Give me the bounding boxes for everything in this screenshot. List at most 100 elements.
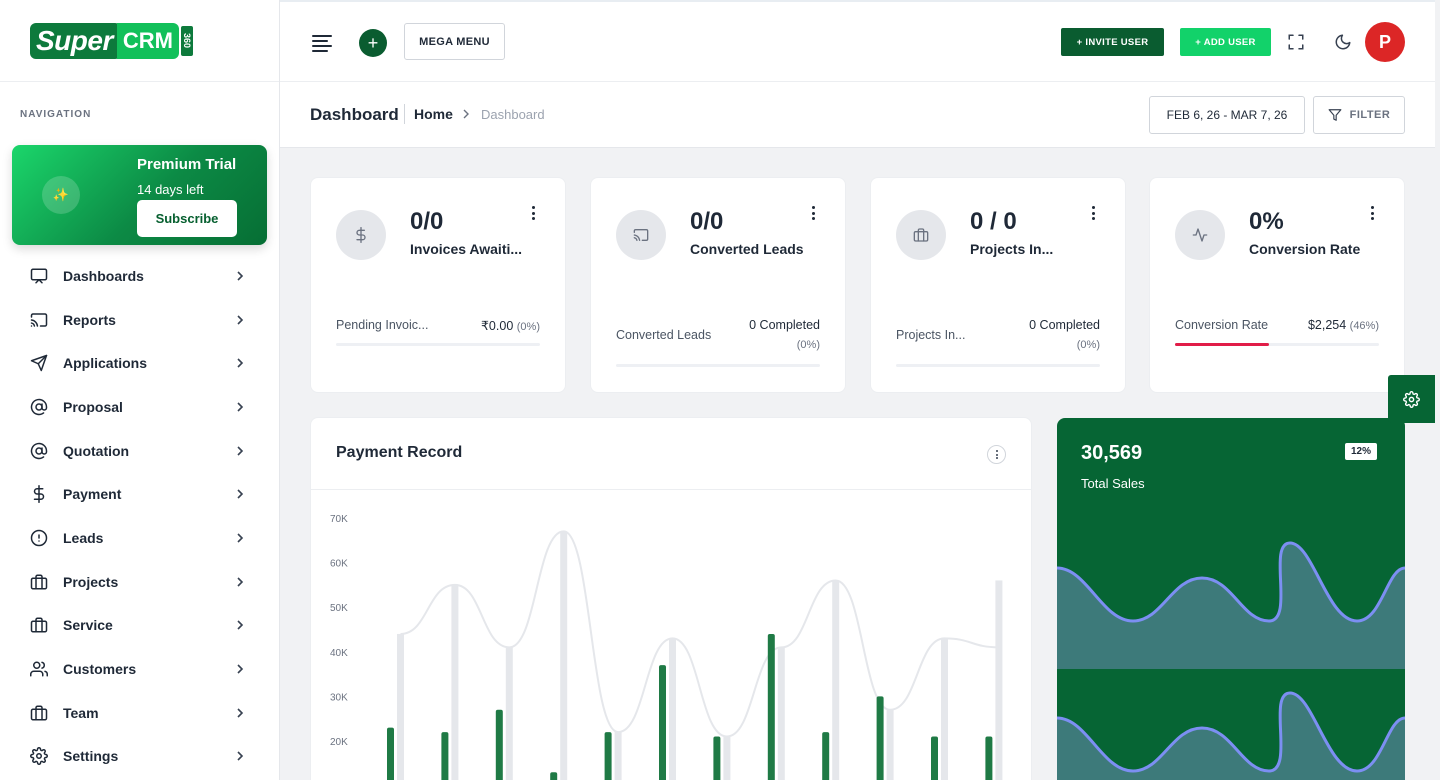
dollar-icon <box>336 210 386 260</box>
invite-user-button[interactable]: + INVITE USER <box>1061 28 1164 56</box>
trial-title: Premium Trial <box>137 156 237 173</box>
sidebar-item-customers[interactable]: Customers <box>0 647 279 691</box>
bar-secondary[interactable] <box>886 709 894 780</box>
sidebar-item-leads[interactable]: Leads <box>0 516 279 560</box>
bar-primary[interactable] <box>441 732 449 780</box>
stat-footer-value: ₹0.00 (0%) <box>481 318 540 333</box>
bar-primary[interactable] <box>713 736 721 780</box>
sidebar-item-proposal[interactable]: Proposal <box>0 385 279 429</box>
page-scrollbar[interactable] <box>1435 0 1440 780</box>
bar-primary[interactable] <box>931 736 938 780</box>
bar-primary[interactable] <box>604 732 612 780</box>
chevron-right-icon <box>237 358 244 368</box>
stat-footer-value: 0 Completed <box>1029 318 1100 332</box>
bar-primary[interactable] <box>985 736 993 780</box>
brand-logo[interactable]: Super CRM 360 <box>30 22 193 59</box>
chevron-right-icon <box>237 271 244 281</box>
stat-card-invoices: 0/0 Invoices Awaiti... Pending Invoic...… <box>310 177 566 393</box>
bar-primary[interactable] <box>495 709 503 780</box>
quick-add-button[interactable]: + <box>359 29 387 57</box>
chevron-right-icon <box>237 489 244 499</box>
sales-wave-chart <box>1057 541 1405 780</box>
date-range-picker[interactable]: FEB 6, 26 - MAR 7, 26 <box>1149 96 1305 134</box>
breadcrumb-current: Dashboard <box>481 107 545 122</box>
user-avatar[interactable]: P <box>1365 22 1405 62</box>
sidebar-item-dashboards[interactable]: Dashboards <box>0 254 279 298</box>
bar-secondary[interactable] <box>777 647 785 780</box>
card-menu-icon[interactable] <box>1090 205 1096 221</box>
footer-percent: (0%) <box>516 321 540 333</box>
logo-badge-360: 360 <box>180 25 193 56</box>
sidebar-item-applications[interactable]: Applications <box>0 341 279 385</box>
chevron-right-icon <box>237 446 244 456</box>
settings-icon <box>30 747 48 766</box>
stat-footer-value: $2,254 (46%) <box>1308 318 1379 332</box>
card-menu-icon[interactable] <box>530 205 536 221</box>
total-sales-value: 30,569 <box>1081 442 1143 464</box>
cast-icon <box>30 311 48 329</box>
bar-secondary[interactable] <box>941 638 948 780</box>
bar-secondary[interactable] <box>614 732 622 780</box>
nav-heading: NAVIGATION <box>20 109 92 120</box>
chevron-right-icon <box>237 620 244 630</box>
footer-percent: (0%) <box>796 339 820 351</box>
sidebar-item-settings[interactable]: Settings <box>0 735 279 779</box>
filter-button[interactable]: FILTER <box>1313 96 1405 134</box>
breadcrumb-home-link[interactable]: Home <box>414 106 453 122</box>
mega-menu-button[interactable]: MEGA MENU <box>404 23 505 60</box>
y-tick-label: 30K <box>330 692 348 703</box>
sidebar-item-team[interactable]: Team <box>0 691 279 735</box>
sidebar-item-reports[interactable]: Reports <box>0 298 279 342</box>
sidebar-item-projects[interactable]: Projects <box>0 560 279 604</box>
fullscreen-icon[interactable] <box>1287 33 1305 51</box>
stat-value: 0/0 <box>410 208 444 235</box>
sidebar-item-label: Projects <box>63 573 119 590</box>
bar-primary[interactable] <box>659 665 666 780</box>
bar-primary[interactable] <box>550 772 558 780</box>
progress-bar <box>616 364 820 367</box>
moon-icon[interactable] <box>1334 33 1352 51</box>
stat-value: 0% <box>1249 208 1284 235</box>
stat-card-converted-leads: 0/0 Converted Leads Converted Leads 0 Co… <box>590 177 846 393</box>
menu-toggle-icon[interactable] <box>312 35 332 52</box>
progress-bar <box>336 343 540 346</box>
card-menu-icon[interactable] <box>987 445 1006 464</box>
growth-badge: 12% <box>1345 443 1378 460</box>
trend-line <box>400 530 999 738</box>
bar-secondary[interactable] <box>723 736 731 780</box>
chevron-right-icon <box>463 109 469 119</box>
send-icon <box>30 354 48 372</box>
y-tick-label: 50K <box>330 603 348 614</box>
bar-secondary[interactable] <box>451 584 459 780</box>
footer-amount: $2,254 <box>1307 318 1347 332</box>
page-title: Dashboard <box>310 105 399 124</box>
payment-chart: 70K 60K 50K 40K 30K 20K <box>330 514 1003 780</box>
card-menu-icon[interactable] <box>1369 205 1375 221</box>
total-sales-card: 30,569 Total Sales 12% <box>1057 418 1405 780</box>
sidebar-item-service[interactable]: Service <box>0 604 279 648</box>
add-user-button[interactable]: + ADD USER <box>1180 28 1271 56</box>
bar-secondary[interactable] <box>832 580 840 780</box>
bar-primary[interactable] <box>767 633 775 780</box>
bar-primary[interactable] <box>876 696 884 780</box>
subscribe-button[interactable]: Subscribe <box>137 200 237 237</box>
at-sign-icon <box>30 442 48 460</box>
bar-secondary[interactable] <box>560 531 568 780</box>
bar-secondary[interactable] <box>505 647 513 780</box>
sidebar-item-quotation[interactable]: Quotation <box>0 429 279 473</box>
stat-footer-label: Converted Leads <box>616 328 712 342</box>
card-menu-icon[interactable] <box>810 205 816 221</box>
bar-secondary[interactable] <box>397 633 404 780</box>
wave-area-top-fill <box>1057 543 1405 669</box>
sidebar-item-payment[interactable]: Payment <box>0 472 279 516</box>
activity-icon <box>1175 210 1225 260</box>
bar-secondary[interactable] <box>669 638 676 780</box>
bar-primary[interactable] <box>822 732 830 780</box>
bar-primary[interactable] <box>387 727 394 780</box>
footer-percent: (46%) <box>1349 320 1379 332</box>
sidebar-item-label: Dashboards <box>63 267 144 284</box>
breadcrumb-divider <box>404 104 405 124</box>
theme-settings-button[interactable] <box>1388 375 1435 423</box>
y-tick-label: 40K <box>330 648 348 659</box>
bar-secondary[interactable] <box>995 580 1003 780</box>
